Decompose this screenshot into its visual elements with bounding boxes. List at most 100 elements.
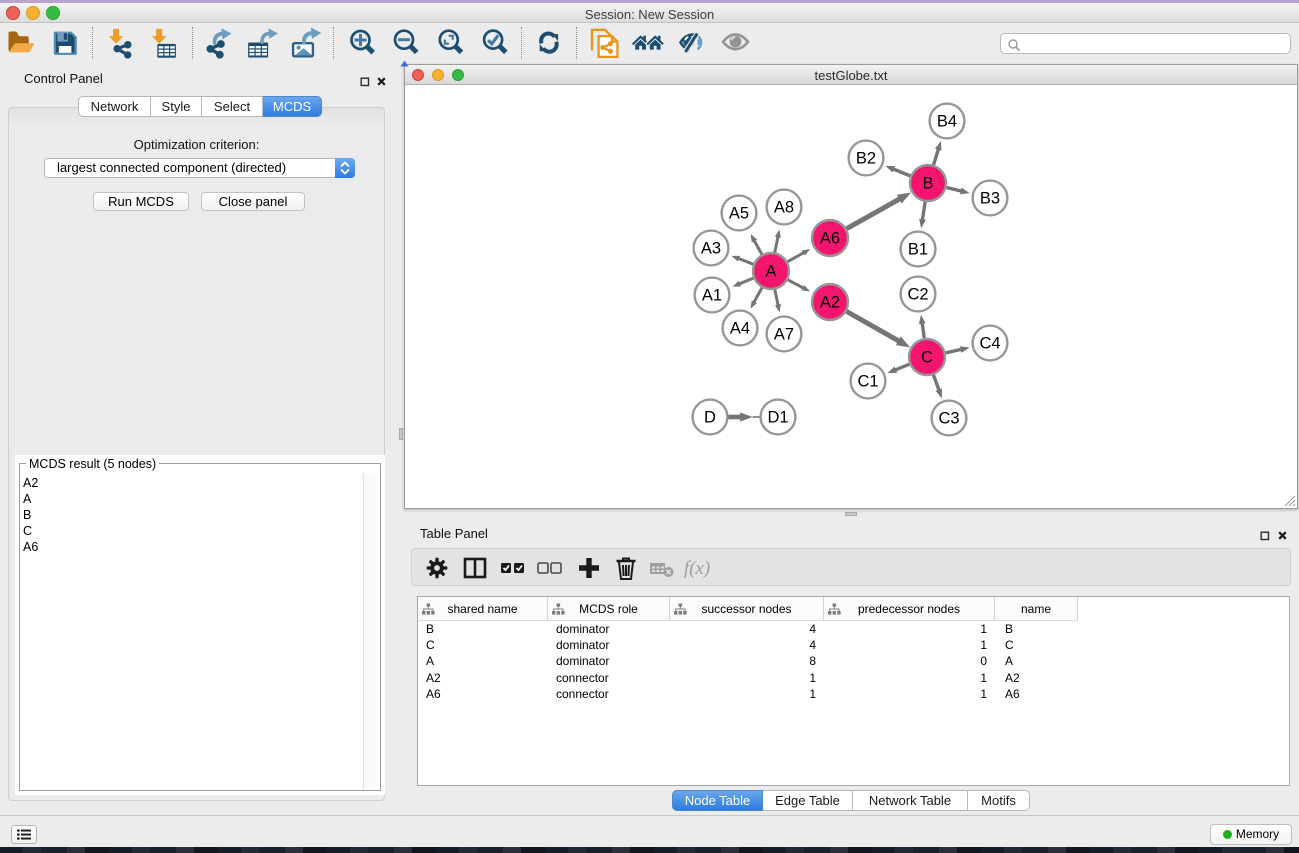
graph-node-D1[interactable]: D1 bbox=[761, 400, 796, 435]
zoom-out-icon[interactable] bbox=[387, 25, 423, 61]
horizontal-splitter-handle[interactable] bbox=[845, 512, 857, 516]
graph-edge-A-A6[interactable] bbox=[788, 249, 811, 262]
graph-edge-C-C4[interactable] bbox=[946, 346, 970, 353]
tab-node-table[interactable]: Node Table bbox=[672, 790, 763, 811]
mcds-result-item[interactable]: C bbox=[23, 523, 38, 539]
export-image-icon[interactable] bbox=[288, 25, 324, 61]
tab-select[interactable]: Select bbox=[202, 96, 263, 117]
graph-node-A8[interactable]: A8 bbox=[767, 190, 802, 225]
mcds-result-list[interactable]: A2ABCA6 bbox=[23, 475, 38, 555]
tab-mcds[interactable]: MCDS bbox=[263, 96, 322, 117]
task-history-button[interactable] bbox=[11, 825, 37, 844]
graph-edge-D-D1[interactable] bbox=[728, 412, 760, 421]
graph-edge-A-A4[interactable] bbox=[750, 288, 761, 309]
graph-edge-B-B3[interactable] bbox=[946, 187, 969, 194]
graph-edge-A-A5[interactable] bbox=[751, 234, 762, 254]
import-table-icon[interactable] bbox=[143, 25, 179, 61]
mcds-result-scrollbar[interactable] bbox=[363, 473, 378, 790]
graph-edge-A-A7[interactable] bbox=[775, 290, 781, 313]
graph-node-C[interactable]: C bbox=[909, 339, 945, 375]
graph-node-A5[interactable]: A5 bbox=[722, 196, 757, 231]
export-table-icon[interactable] bbox=[245, 25, 281, 61]
graph-edge-A-A8[interactable] bbox=[775, 229, 781, 252]
duplicate-network-icon[interactable] bbox=[586, 25, 622, 61]
mcds-result-item[interactable]: B bbox=[23, 507, 38, 523]
graph-node-B3[interactable]: B3 bbox=[973, 181, 1008, 216]
show-all-icon[interactable] bbox=[718, 25, 754, 61]
table-row[interactable]: A2connector11A2 bbox=[418, 670, 1289, 686]
table-row[interactable]: Cdominator41C bbox=[418, 637, 1289, 653]
vertical-splitter-handle[interactable] bbox=[399, 428, 403, 440]
graph-node-C2[interactable]: C2 bbox=[901, 277, 936, 312]
zoom-in-icon[interactable] bbox=[343, 25, 379, 61]
graph-node-B[interactable]: B bbox=[910, 165, 946, 201]
graph-node-A[interactable]: A bbox=[753, 253, 789, 289]
graph-node-A7[interactable]: A7 bbox=[767, 317, 802, 352]
optimization-criterion-select[interactable]: largest connected component (directed) bbox=[44, 158, 355, 178]
column-header-shared-name[interactable]: shared name bbox=[418, 597, 548, 621]
delete-icon[interactable] bbox=[611, 553, 641, 583]
graph-edge-B-B2[interactable] bbox=[885, 166, 910, 176]
run-mcds-button[interactable]: Run MCDS bbox=[93, 192, 189, 211]
table-row[interactable]: A6connector11A6 bbox=[418, 686, 1289, 702]
graph-edge-A6-B[interactable] bbox=[847, 193, 911, 229]
memory-button[interactable]: Memory bbox=[1210, 824, 1292, 845]
graph-edge-B-B4[interactable] bbox=[934, 141, 942, 165]
graph-node-B4[interactable]: B4 bbox=[930, 104, 965, 139]
graph-node-A4[interactable]: A4 bbox=[723, 311, 758, 346]
deselect-all-icon[interactable] bbox=[534, 553, 564, 583]
tab-motifs[interactable]: Motifs bbox=[968, 790, 1030, 811]
mcds-result-item[interactable]: A bbox=[23, 491, 38, 507]
graph-node-A6[interactable]: A6 bbox=[812, 220, 848, 256]
graph-edge-C-C1[interactable] bbox=[887, 364, 909, 373]
graph-edge-C-C2[interactable] bbox=[919, 315, 926, 339]
table-row[interactable]: Adominator80A bbox=[418, 653, 1289, 669]
column-header-predecessor-nodes[interactable]: predecessor nodes bbox=[824, 597, 995, 621]
table-close-panel-icon[interactable] bbox=[1277, 528, 1288, 546]
float-panel-icon[interactable] bbox=[360, 74, 370, 92]
refresh-icon[interactable] bbox=[530, 25, 566, 61]
graph-edge-A-A2[interactable] bbox=[788, 280, 810, 292]
graph-edge-B-B1[interactable] bbox=[919, 202, 926, 229]
tab-edge-table[interactable]: Edge Table bbox=[763, 790, 853, 811]
save-session-icon[interactable] bbox=[46, 25, 82, 61]
select-all-icon[interactable] bbox=[497, 553, 527, 583]
tab-style[interactable]: Style bbox=[151, 96, 202, 117]
graph-node-C4[interactable]: C4 bbox=[973, 326, 1008, 361]
zoom-fit-icon[interactable] bbox=[431, 25, 467, 61]
open-file-icon[interactable] bbox=[4, 25, 40, 61]
mcds-result-item[interactable]: A6 bbox=[23, 539, 38, 555]
column-header-name[interactable]: name bbox=[995, 597, 1078, 621]
first-neighbors-icon[interactable] bbox=[630, 25, 666, 61]
network-window-titlebar[interactable]: testGlobe.txt bbox=[405, 65, 1297, 85]
zoom-selected-icon[interactable] bbox=[475, 25, 511, 61]
import-network-icon[interactable] bbox=[104, 25, 140, 61]
graph-edge-A-A3[interactable] bbox=[731, 256, 753, 264]
graph-node-A1[interactable]: A1 bbox=[695, 278, 730, 313]
graph-node-C3[interactable]: C3 bbox=[932, 401, 967, 436]
add-icon[interactable] bbox=[574, 553, 604, 583]
column-header-successor-nodes[interactable]: successor nodes bbox=[670, 597, 824, 621]
split-columns-icon[interactable] bbox=[460, 553, 490, 583]
graph-node-B2[interactable]: B2 bbox=[849, 141, 884, 176]
resize-grip-icon[interactable] bbox=[1283, 494, 1296, 507]
network-canvas[interactable]: B4 B2 B B3 A8 A5 A6 A3 B1 A A1 C2 A2 bbox=[405, 86, 1297, 509]
graph-node-A2[interactable]: A2 bbox=[812, 284, 848, 320]
graph-node-A3[interactable]: A3 bbox=[694, 231, 729, 266]
search-input[interactable] bbox=[1000, 33, 1291, 54]
table-row[interactable]: Bdominator41B bbox=[418, 621, 1289, 637]
graph-edge-C-C3[interactable] bbox=[933, 375, 942, 398]
table-float-panel-icon[interactable] bbox=[1260, 528, 1270, 546]
hide-selected-icon[interactable] bbox=[673, 25, 709, 61]
splitter-collapse-arrow-icon[interactable] bbox=[400, 60, 409, 67]
graph-edge-A-A1[interactable] bbox=[732, 278, 753, 287]
gear-icon[interactable] bbox=[422, 553, 452, 583]
column-header-MCDS-role[interactable]: MCDS role bbox=[548, 597, 670, 621]
export-network-icon[interactable] bbox=[203, 25, 239, 61]
graph-node-D[interactable]: D bbox=[693, 400, 728, 435]
tab-network-table[interactable]: Network Table bbox=[853, 790, 968, 811]
close-panel-icon[interactable] bbox=[376, 74, 387, 92]
graph-node-C1[interactable]: C1 bbox=[851, 364, 886, 399]
graph-node-B1[interactable]: B1 bbox=[901, 232, 936, 267]
close-panel-button[interactable]: Close panel bbox=[201, 192, 305, 211]
